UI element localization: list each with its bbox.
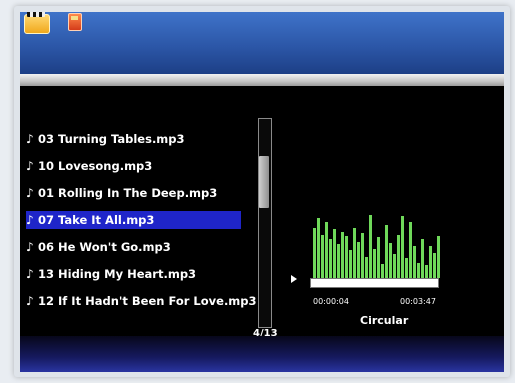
playlist-item-label: 03 Turning Tables.mp3 — [38, 132, 185, 146]
spectrum-bar — [337, 244, 340, 278]
playlist-item-label: 06 He Won't Go.mp3 — [38, 240, 171, 254]
spectrum-bar — [345, 236, 348, 278]
bottom-bar — [20, 336, 504, 372]
music-note-icon: ♪ — [26, 240, 34, 254]
spectrum-bar — [397, 235, 400, 278]
spectrum-bar — [381, 264, 384, 278]
spectrum-bar — [353, 228, 356, 278]
spectrum-bar — [325, 222, 328, 278]
spectrum-bar — [433, 253, 436, 278]
spectrum-bar — [365, 257, 368, 278]
music-note-icon: ♪ — [26, 267, 34, 281]
spectrum-bar — [425, 265, 428, 278]
playlist-item[interactable]: ♪ 03 Turning Tables.mp3 — [26, 130, 241, 148]
spectrum-bar — [321, 235, 324, 278]
music-note-icon: ♪ — [26, 213, 34, 227]
spectrum-bar — [417, 263, 420, 278]
top-bar — [20, 12, 504, 74]
spectrum-bar — [349, 250, 352, 278]
music-note-icon: ♪ — [26, 186, 34, 200]
play-icon[interactable] — [291, 275, 297, 283]
spectrum-bar — [373, 249, 376, 278]
spectrum-bar — [413, 246, 416, 278]
header-divider-bar — [20, 74, 504, 86]
spectrum-bar — [317, 218, 320, 278]
spectrum-bar — [333, 229, 336, 278]
playback-progress-bar[interactable] — [310, 278, 439, 288]
playlist-item-label: 10 Lovesong.mp3 — [38, 159, 153, 173]
spectrum-bar — [385, 225, 388, 278]
video-folder-icon[interactable] — [24, 12, 50, 34]
spectrum-bar — [437, 236, 440, 278]
spectrum-bar — [389, 243, 392, 278]
spectrum-bar — [421, 239, 424, 278]
total-time: 00:03:47 — [400, 297, 436, 306]
scrollbar-thumb[interactable] — [259, 156, 269, 208]
spectrum-bar — [361, 233, 364, 278]
spectrum-bar — [329, 239, 332, 278]
media-player-screen: ♪ 03 Turning Tables.mp3 ♪ 10 Lovesong.mp3 … — [20, 12, 504, 372]
clapperboard-icon — [27, 12, 45, 17]
playlist-item[interactable]: ♪ 01 Rolling In The Deep.mp3 — [26, 184, 241, 202]
playlist-item[interactable]: ♪ 10 Lovesong.mp3 — [26, 157, 241, 175]
spectrum-bar — [409, 222, 412, 278]
playlist-item-label: 01 Rolling In The Deep.mp3 — [38, 186, 218, 200]
progress-fill — [311, 279, 438, 287]
spectrum-bar — [393, 254, 396, 278]
music-note-icon: ♪ — [26, 159, 34, 173]
playlist-scrollbar[interactable] — [258, 118, 272, 328]
elapsed-time: 00:00:04 — [313, 297, 349, 306]
playlist-item-label: 07 Take It All.mp3 — [38, 213, 155, 227]
spectrum-bar — [313, 228, 316, 278]
sd-card-icon[interactable] — [68, 13, 82, 31]
music-note-icon: ♪ — [26, 294, 34, 308]
spectrum-bar — [369, 215, 372, 278]
audio-spectrum-visualizer — [313, 208, 441, 278]
playlist-item-selected[interactable]: ♪ 07 Take It All.mp3 — [26, 211, 241, 229]
playlist-item-label: 13 Hiding My Heart.mp3 — [38, 267, 197, 281]
playlist-item-label: 12 If It Hadn't Been For Love.mp3 — [38, 294, 257, 308]
spectrum-bar — [405, 258, 408, 278]
spectrum-bar — [357, 242, 360, 278]
playlist-item[interactable]: ♪ 06 He Won't Go.mp3 — [26, 238, 241, 256]
playlist-item[interactable]: ♪ 13 Hiding My Heart.mp3 — [26, 265, 241, 283]
spectrum-bar — [429, 246, 432, 278]
spectrum-bar — [401, 216, 404, 278]
playlist-item[interactable]: ♪ 12 If It Hadn't Been For Love.mp3 — [26, 292, 257, 310]
music-note-icon: ♪ — [26, 132, 34, 146]
repeat-mode[interactable]: Circular — [360, 314, 408, 327]
spectrum-bar — [377, 237, 380, 278]
spectrum-bar — [341, 232, 344, 278]
